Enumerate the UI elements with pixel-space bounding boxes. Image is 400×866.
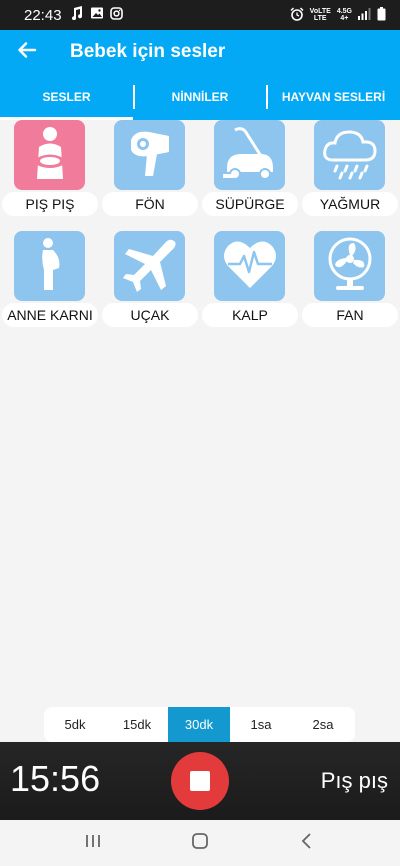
arrow-back-icon	[17, 40, 37, 65]
recent-apps-button[interactable]	[63, 820, 123, 866]
sound-tile[interactable]	[114, 120, 185, 190]
sound-item-yagmur[interactable]: YAĞMUR	[300, 120, 400, 220]
system-nav-bar	[0, 820, 400, 866]
sound-item-kalp[interactable]: KALP	[200, 231, 300, 331]
home-button[interactable]	[170, 820, 230, 866]
sound-tile[interactable]	[214, 231, 285, 301]
timer-option-2sa[interactable]: 2sa	[292, 707, 354, 742]
sound-tile[interactable]	[114, 231, 185, 301]
volte-indicator: VoLTE LTE	[310, 8, 331, 22]
volte-label: VoLTE	[309, 8, 331, 15]
hair-dryer-icon	[123, 126, 177, 185]
chevron-left-icon	[300, 832, 314, 855]
stop-button[interactable]	[171, 752, 229, 810]
sound-label: UÇAK	[102, 303, 198, 327]
lte-label: LTE	[313, 15, 327, 22]
sound-tile[interactable]	[314, 120, 385, 190]
network-type-indicator: 4.5G 4+	[337, 8, 352, 22]
network-gen-label: 4.5G	[336, 8, 352, 15]
tab-bar: SESLER NİNNİLER HAYVAN SESLERİ	[0, 74, 400, 120]
sound-item-fan[interactable]: FAN	[300, 231, 400, 331]
sound-tile[interactable]	[314, 231, 385, 301]
app-bar: Bebek için sesler	[0, 30, 400, 74]
timer-option-30dk[interactable]: 30dk	[168, 707, 230, 742]
home-icon	[191, 832, 209, 855]
player-bar: 15:56 Pış pış	[0, 742, 400, 820]
timer-option-15dk[interactable]: 15dk	[106, 707, 168, 742]
remaining-time: 15:56	[10, 758, 101, 799]
network-arrows-label: 4+	[340, 15, 349, 22]
sound-tile[interactable]	[214, 120, 285, 190]
sound-label: YAĞMUR	[302, 192, 398, 216]
now-playing-label: Pış pış	[320, 768, 388, 793]
sound-label: SÜPÜRGE	[202, 192, 298, 216]
sleep-timer-selector: 5dk 15dk 30dk 1sa 2sa	[44, 707, 355, 742]
sound-item-fon[interactable]: FÖN	[100, 120, 200, 220]
mother-baby-icon	[27, 125, 73, 186]
sound-label: ANNE KARNI	[2, 303, 98, 327]
sound-label: KALP	[202, 303, 298, 327]
heartbeat-icon	[222, 238, 278, 295]
sound-label: FÖN	[102, 192, 198, 216]
tab-divider	[133, 85, 135, 109]
tab-sounds[interactable]: SESLER	[0, 74, 133, 120]
back-nav-button[interactable]	[277, 820, 337, 866]
tab-animal-sounds[interactable]: HAYVAN SESLERİ	[267, 74, 400, 120]
vacuum-cleaner-icon	[221, 124, 279, 187]
sound-tile[interactable]	[14, 120, 85, 190]
gallery-icon	[90, 6, 104, 24]
page-title: Bebek için sesler	[70, 41, 226, 62]
recent-apps-icon	[84, 833, 102, 854]
fan-icon	[324, 235, 376, 298]
tab-lullabies[interactable]: NİNNİLER	[133, 74, 267, 120]
status-time: 22:43	[24, 6, 62, 24]
battery-icon	[377, 6, 386, 24]
timer-option-1sa[interactable]: 1sa	[230, 707, 292, 742]
pregnant-woman-icon	[35, 236, 65, 297]
sound-item-supurge[interactable]: SÜPÜRGE	[200, 120, 300, 220]
alarm-icon	[290, 6, 304, 24]
instagram-icon	[109, 6, 123, 24]
signal-icon	[358, 7, 371, 23]
sound-label: PIŞ PIŞ	[2, 192, 98, 216]
timer-option-5dk[interactable]: 5dk	[44, 707, 106, 742]
sound-label: FAN	[302, 303, 398, 327]
back-button[interactable]	[0, 30, 54, 74]
music-note-icon	[70, 6, 84, 24]
stop-icon	[190, 771, 210, 791]
tab-divider	[266, 85, 268, 109]
sound-item-anne-karni[interactable]: ANNE KARNI	[0, 231, 100, 331]
status-bar: 22:43 VoLTE LTE 4.5G 4+	[0, 0, 400, 30]
rain-cloud-icon	[321, 126, 379, 185]
sound-tile[interactable]	[14, 231, 85, 301]
sound-item-ucak[interactable]: UÇAK	[100, 231, 200, 331]
sound-item-pis-pis[interactable]: PIŞ PIŞ	[0, 120, 100, 220]
airplane-icon	[120, 234, 180, 299]
